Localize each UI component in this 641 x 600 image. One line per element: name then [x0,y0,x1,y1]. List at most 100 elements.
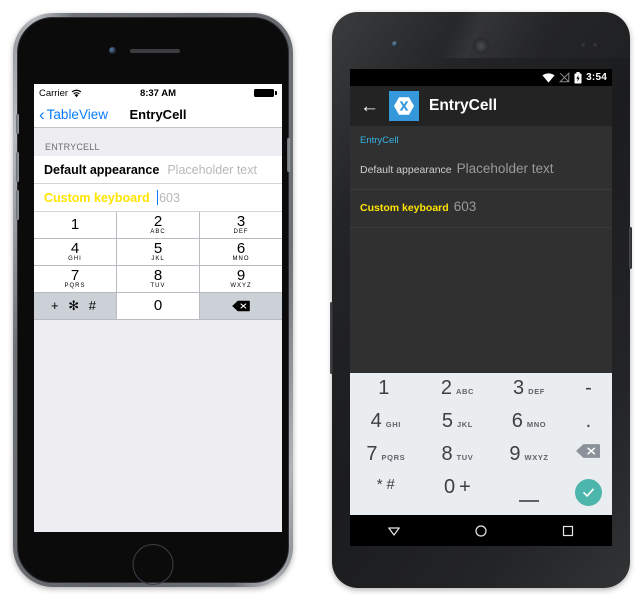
key-symbol: - [585,377,592,399]
iphone-power-button[interactable] [287,138,290,172]
key-symbol: . [585,410,592,432]
android-toolbar: ← EntryCell [350,86,612,126]
nav-back-button[interactable] [379,516,409,546]
key-5[interactable]: 5 JKL [422,410,494,443]
ios-cell-value[interactable]: 603 [159,191,180,205]
nav-recents-button[interactable] [553,516,583,546]
ios-cell-label: Default appearance [44,162,160,177]
key-0[interactable]: 0 [117,293,200,320]
key-1[interactable]: 1 [350,377,422,410]
key-digit: 2 [440,377,452,399]
android-device: 3:54 ← EntryCell EntryCell Default appea… [330,12,632,588]
signal-off-icon [559,72,570,83]
key-6[interactable]: 6 MNO [493,410,565,443]
light-sensor [593,43,597,47]
key-digit: 3 [236,212,246,230]
keyboard-row: 7 PQRS 8 TUV 9 WXYZ [34,266,282,293]
key-symbols[interactable]: + ✻ # [34,293,117,320]
delete-icon [232,300,250,312]
key-letters: TUV [456,453,474,462]
key-digit: 9 [236,266,246,284]
keyboard-row: 4 GHI 5 JKL 6 MNO [34,239,282,266]
keyboard-row: 7 PQRS 8 TUV 9 WXYZ [350,443,612,476]
android-field-placeholder: Placeholder text [456,161,554,176]
android-power-button[interactable] [629,227,632,269]
android-entry-field-custom[interactable]: 603 [454,198,602,218]
key-digit: 7 [366,443,378,465]
key-6[interactable]: 6 MNO [200,239,282,266]
keyboard-row: 4 GHI 5 JKL 6 MNO . [350,410,612,443]
ios-entry-cell-custom[interactable]: Custom keyboard 603 [34,184,282,212]
key-8[interactable]: 8 TUV [117,266,200,293]
key-9[interactable]: 9 WXYZ [200,266,282,293]
key-7[interactable]: 7 PQRS [34,266,117,293]
ios-entry-cell-default[interactable]: Default appearance Placeholder text [34,156,282,184]
key-9[interactable]: 9 WXYZ [493,443,565,476]
iphone-silent-switch[interactable] [16,114,19,134]
android-numeric-keyboard: 1 2 ABC 3 DEF - 4 GHI 5 JKL 6 MNO . 7 PQ… [350,373,612,515]
android-status-bar: 3:54 [350,69,612,86]
key-2[interactable]: 2 ABC [422,377,494,410]
android-section-header: EntryCell [360,135,399,146]
key-digit: 6 [236,239,246,257]
arrow-left-icon[interactable]: ← [360,97,379,116]
android-entry-row-custom[interactable]: Custom keyboard 603 [350,190,612,228]
ios-status-time: 8:37 AM [139,87,177,99]
check-icon [574,479,602,506]
key-letters: MNO [526,420,547,429]
key-digit: 4 [370,410,382,432]
key-4[interactable]: 4 GHI [34,239,117,266]
key-letters: GHI [385,420,401,429]
key-star-hash[interactable]: * # [350,476,422,509]
key-letters: MNO [232,256,250,263]
key-letters: PQRS [64,283,86,290]
key-letters: JKL [151,256,165,263]
battery-charging-icon [574,71,582,83]
key-ok[interactable] [565,476,612,509]
iphone-home-button[interactable] [132,544,174,585]
ios-cell-placeholder[interactable]: Placeholder text [167,163,257,177]
key-7[interactable]: 7 PQRS [350,443,422,476]
delete-icon [576,444,601,458]
android-volume-button[interactable] [330,302,333,374]
key-space[interactable] [493,476,565,509]
key-dash[interactable]: - [565,377,612,410]
iphone-volume-down-button[interactable] [16,190,19,220]
key-digit: 5 [153,239,163,257]
key-delete[interactable] [565,443,612,476]
ios-back-button[interactable]: ‹ TableView [39,106,108,123]
key-5[interactable]: 5 JKL [117,239,200,266]
keyboard-row: + ✻ # 0 [34,293,282,320]
key-letters: WXYZ [230,283,252,290]
key-3[interactable]: 3 DEF [493,377,565,410]
android-entry-field-default[interactable]: Placeholder text [457,160,602,180]
android-entry-row-default[interactable]: Default appearance Placeholder text [350,152,612,190]
key-2[interactable]: 2 ABC [117,212,200,239]
android-status-time: 3:54 [586,72,607,83]
nav-home-button[interactable] [466,516,496,546]
key-4[interactable]: 4 GHI [350,410,422,443]
android-content-empty-area [350,228,612,373]
key-digit: 8 [153,266,163,284]
key-1[interactable]: 1 [34,212,117,239]
key-0-plus[interactable]: 0 + [422,476,494,509]
ios-screen: Carrier 8:37 AM ‹ TableView EntryCell EN… [34,84,282,532]
ios-cell-label: Custom keyboard [44,190,150,205]
android-row-label: Default appearance [360,164,452,176]
ios-nav-bar: ‹ TableView EntryCell [34,102,282,128]
key-plus: + [459,476,471,498]
key-3[interactable]: 3 DEF [200,212,282,239]
key-period[interactable]: . [565,410,612,443]
key-8[interactable]: 8 TUV [422,443,494,476]
key-letters: ABC [455,387,474,396]
back-triangle-icon [387,526,400,536]
key-delete[interactable] [200,293,282,320]
key-digit: 4 [70,239,80,257]
key-letters: ABC [150,229,166,236]
iphone-volume-up-button[interactable] [16,152,19,182]
key-digit: 6 [511,410,523,432]
android-row-label: Custom keyboard [360,202,449,214]
key-digit: 0 [444,476,456,498]
earpiece-speaker [130,49,180,53]
key-hash: # [386,476,395,493]
